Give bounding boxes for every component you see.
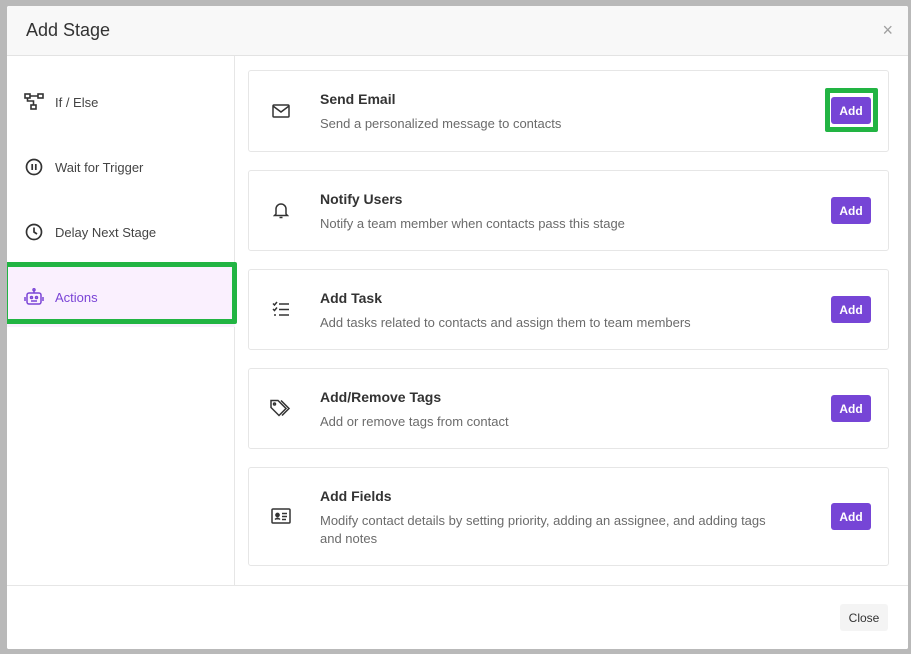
branch-icon: [23, 91, 45, 113]
bell-icon: [270, 199, 292, 221]
sidebar-item-if-else[interactable]: If / Else: [7, 72, 235, 132]
modal-header: Add Stage ×: [7, 6, 908, 56]
action-card-add-remove-tags: Add/Remove Tags Add or remove tags from …: [248, 368, 889, 449]
action-description: Add or remove tags from contact: [320, 414, 509, 429]
checklist-icon: [270, 298, 292, 320]
actions-list: Send Email Send a personalized message t…: [235, 56, 908, 585]
sidebar-item-label: Actions: [55, 289, 98, 305]
action-description: Notify a team member when contacts pass …: [320, 216, 625, 231]
action-description: Add tasks related to contacts and assign…: [320, 315, 691, 330]
action-title: Add/Remove Tags: [320, 389, 442, 405]
action-card-send-email: Send Email Send a personalized message t…: [248, 70, 889, 152]
action-card-notify-users: Notify Users Notify a team member when c…: [248, 170, 889, 251]
action-description: Modify contact details by setting priori…: [320, 513, 766, 546]
action-title: Notify Users: [320, 191, 403, 207]
contact-card-icon: [270, 505, 292, 527]
sidebar-item-actions[interactable]: Actions: [7, 267, 235, 327]
add-remove-tags-button[interactable]: Add: [831, 395, 871, 422]
sidebar-item-label: Wait for Trigger: [55, 159, 144, 175]
robot-icon: [23, 286, 45, 308]
tags-icon: [270, 397, 292, 419]
sidebar-item-wait-for-trigger[interactable]: Wait for Trigger: [7, 137, 235, 197]
add-fields-button[interactable]: Add: [831, 503, 871, 530]
add-task-button[interactable]: Add: [831, 296, 871, 323]
modal-footer: Close: [7, 585, 908, 649]
add-send-email-button[interactable]: Add: [831, 97, 871, 124]
stage-type-sidebar: If / Else Wait for Trigger Delay Next St…: [7, 56, 237, 585]
sidebar-item-label: Delay Next Stage: [55, 224, 157, 240]
pause-circle-icon: [23, 156, 45, 178]
add-stage-modal: Add Stage × If / Else Wait for Trigger D…: [7, 6, 908, 649]
action-title: Add Task: [320, 290, 382, 306]
clock-icon: [23, 221, 45, 243]
add-notify-users-button[interactable]: Add: [831, 197, 871, 224]
action-card-add-task: Add Task Add tasks related to contacts a…: [248, 269, 889, 350]
action-card-add-fields: Add Fields Modify contact details by set…: [248, 467, 889, 566]
action-description: Send a personalized message to contacts: [320, 116, 562, 131]
sidebar-item-label: If / Else: [55, 94, 99, 110]
action-title: Send Email: [320, 91, 396, 107]
envelope-icon: [270, 100, 292, 122]
close-icon[interactable]: ×: [882, 20, 893, 40]
action-title: Add Fields: [320, 488, 392, 504]
modal-title: Add Stage: [26, 20, 111, 40]
sidebar-item-delay-next-stage[interactable]: Delay Next Stage: [7, 202, 235, 262]
close-button[interactable]: Close: [840, 604, 888, 631]
